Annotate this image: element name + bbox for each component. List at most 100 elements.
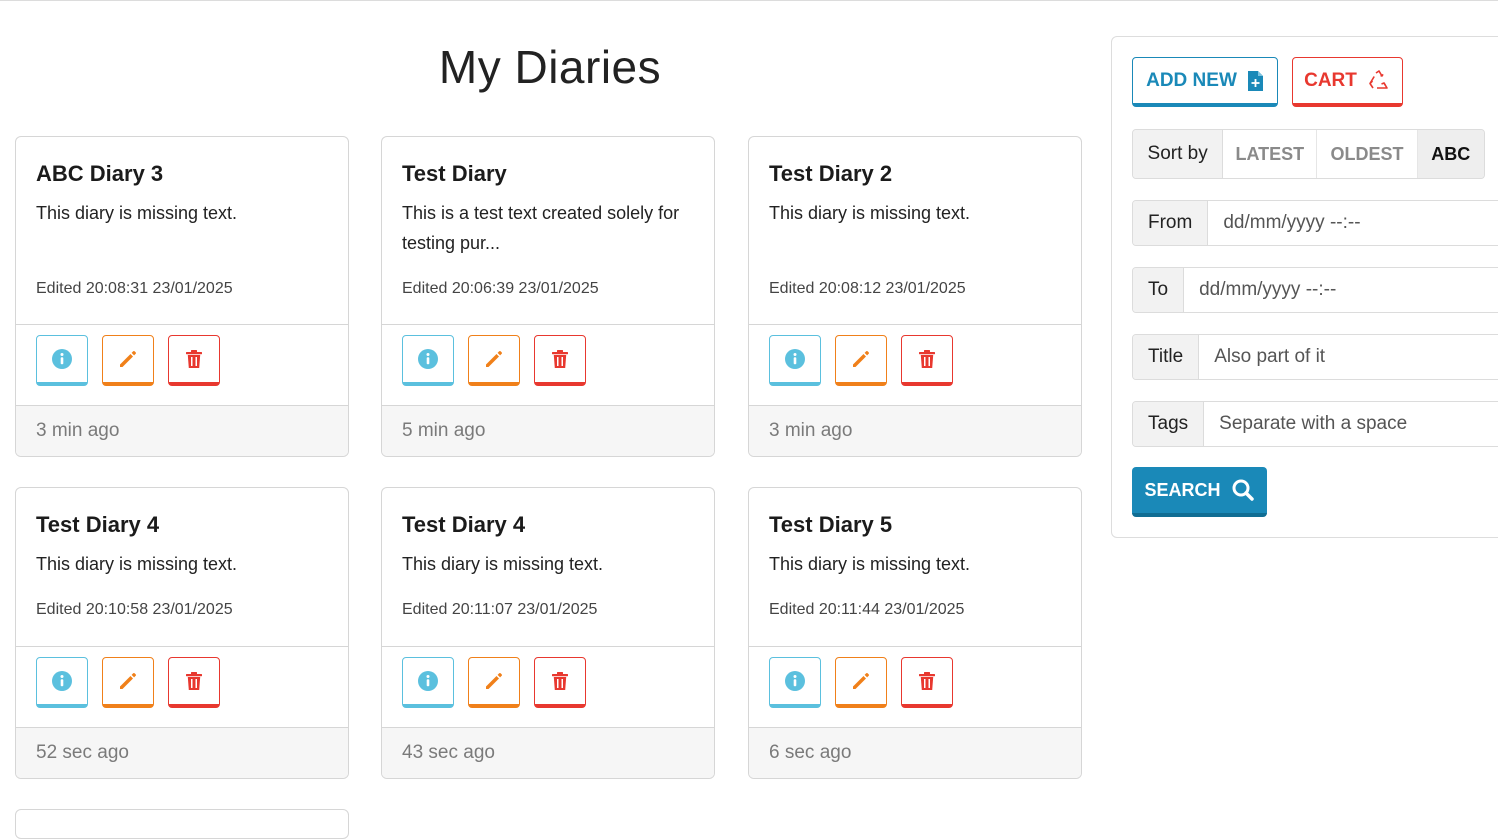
diary-text: This is a test text created solely for t… xyxy=(402,203,680,253)
info-button[interactable] xyxy=(769,657,821,708)
search-button[interactable]: SEARCH xyxy=(1132,467,1267,517)
page-title: My Diaries xyxy=(438,41,662,93)
edit-button[interactable] xyxy=(835,335,887,386)
top-border xyxy=(0,0,1498,1)
diary-title: Test Diary xyxy=(402,161,507,186)
diary-time-ago: 6 sec ago xyxy=(749,727,1081,778)
file-plus-icon xyxy=(1247,70,1263,91)
sort-abc-button[interactable]: ABC xyxy=(1417,130,1484,178)
title-input[interactable] xyxy=(1199,335,1498,379)
sort-oldest-button[interactable]: OLDEST xyxy=(1317,130,1418,178)
sort-label: Sort by xyxy=(1133,130,1224,178)
edit-button[interactable] xyxy=(835,657,887,708)
cart-button[interactable]: CART xyxy=(1292,57,1403,107)
diary-time-ago: 52 sec ago xyxy=(16,727,348,778)
trash-icon xyxy=(186,672,202,690)
diary-edited: Edited 20:10:58 23/01/2025 xyxy=(36,601,233,618)
from-label: From xyxy=(1133,201,1209,245)
info-icon xyxy=(418,349,438,369)
info-button[interactable] xyxy=(769,335,821,386)
search-label: SEARCH xyxy=(1144,479,1221,500)
diary-edited: Edited 20:11:44 23/01/2025 xyxy=(769,601,965,618)
pencil-icon xyxy=(120,673,136,689)
from-field: From xyxy=(1132,200,1498,246)
from-date-input[interactable] xyxy=(1208,201,1498,245)
title-field: Title xyxy=(1132,334,1498,380)
edit-button[interactable] xyxy=(102,335,154,386)
delete-button[interactable] xyxy=(534,657,586,708)
trash-icon xyxy=(919,350,935,368)
diary-title: Test Diary 4 xyxy=(402,512,526,537)
edit-button[interactable] xyxy=(468,657,520,708)
trash-icon xyxy=(919,672,935,690)
edit-button[interactable] xyxy=(468,335,520,386)
diary-title: Test Diary 4 xyxy=(36,512,160,537)
pencil-icon xyxy=(853,673,869,689)
diary-title: ABC Diary 3 xyxy=(36,161,164,186)
delete-button[interactable] xyxy=(168,657,220,708)
cart-label: CART xyxy=(1304,69,1357,91)
diary-time-ago: 43 sec ago xyxy=(382,727,714,778)
diary-edited: Edited 20:11:07 23/01/2025 xyxy=(402,601,598,618)
search-icon xyxy=(1232,479,1254,501)
diary-text: This diary is missing text. xyxy=(402,554,604,574)
diary-time-ago: 3 min ago xyxy=(749,405,1081,456)
diary-title: Test Diary 2 xyxy=(769,161,893,186)
trash-icon xyxy=(552,672,568,690)
diary-edited: Edited 20:08:12 23/01/2025 xyxy=(769,280,966,297)
diary-text: This diary is missing text. xyxy=(36,554,238,574)
delete-button[interactable] xyxy=(534,335,586,386)
diary-title: Test Diary 5 xyxy=(769,512,893,537)
add-new-button[interactable]: ADD NEW xyxy=(1132,57,1278,107)
info-icon xyxy=(785,349,805,369)
pencil-icon xyxy=(486,351,502,367)
diary-actions xyxy=(749,646,1081,727)
sort-latest-button[interactable]: LATEST xyxy=(1223,130,1318,178)
delete-button[interactable] xyxy=(901,657,953,708)
diary-time-ago: 3 min ago xyxy=(16,405,348,456)
diary-card: Test Diary 4 This diary is missing text.… xyxy=(381,487,715,779)
recycle-icon xyxy=(1369,69,1388,89)
info-button[interactable] xyxy=(36,335,88,386)
diary-card: Test Diary This is a test text created s… xyxy=(381,136,715,457)
diary-actions xyxy=(16,324,348,405)
tags-input[interactable] xyxy=(1204,402,1498,446)
filter-panel: ADD NEW CART Sort by LATEST OLDEST ABC F… xyxy=(1111,36,1498,538)
diary-actions xyxy=(382,646,714,727)
info-icon xyxy=(418,671,438,691)
add-new-label: ADD NEW xyxy=(1146,69,1237,91)
to-label: To xyxy=(1133,268,1185,312)
diary-edited: Edited 20:06:39 23/01/2025 xyxy=(402,280,599,297)
sort-bar: Sort by LATEST OLDEST ABC xyxy=(1132,129,1485,179)
diary-card: ABC Diary 3 This diary is missing text. … xyxy=(15,136,349,457)
diary-actions xyxy=(16,646,348,727)
diary-card-partial xyxy=(15,809,349,839)
info-icon xyxy=(52,349,72,369)
diary-text: This diary is missing text. xyxy=(769,203,971,223)
delete-button[interactable] xyxy=(168,335,220,386)
edit-button[interactable] xyxy=(102,657,154,708)
diary-card: Test Diary 4 This diary is missing text.… xyxy=(15,487,349,779)
to-date-input[interactable] xyxy=(1184,268,1498,312)
trash-icon xyxy=(186,350,202,368)
info-button[interactable] xyxy=(36,657,88,708)
to-field: To xyxy=(1132,267,1498,313)
tags-field: Tags xyxy=(1132,401,1498,447)
delete-button[interactable] xyxy=(901,335,953,386)
diary-actions xyxy=(749,324,1081,405)
pencil-icon xyxy=(120,351,136,367)
info-button[interactable] xyxy=(402,335,454,386)
diary-edited: Edited 20:08:31 23/01/2025 xyxy=(36,280,233,297)
diary-card: Test Diary 5 This diary is missing text.… xyxy=(748,487,1082,779)
diary-text: This diary is missing text. xyxy=(769,554,971,574)
info-icon xyxy=(52,671,72,691)
title-label: Title xyxy=(1133,335,1200,379)
diary-time-ago: 5 min ago xyxy=(382,405,714,456)
diary-text: This diary is missing text. xyxy=(36,203,238,223)
diary-card: Test Diary 2 This diary is missing text.… xyxy=(748,136,1082,457)
pencil-icon xyxy=(853,351,869,367)
info-icon xyxy=(785,671,805,691)
pencil-icon xyxy=(486,673,502,689)
info-button[interactable] xyxy=(402,657,454,708)
diary-actions xyxy=(382,324,714,405)
